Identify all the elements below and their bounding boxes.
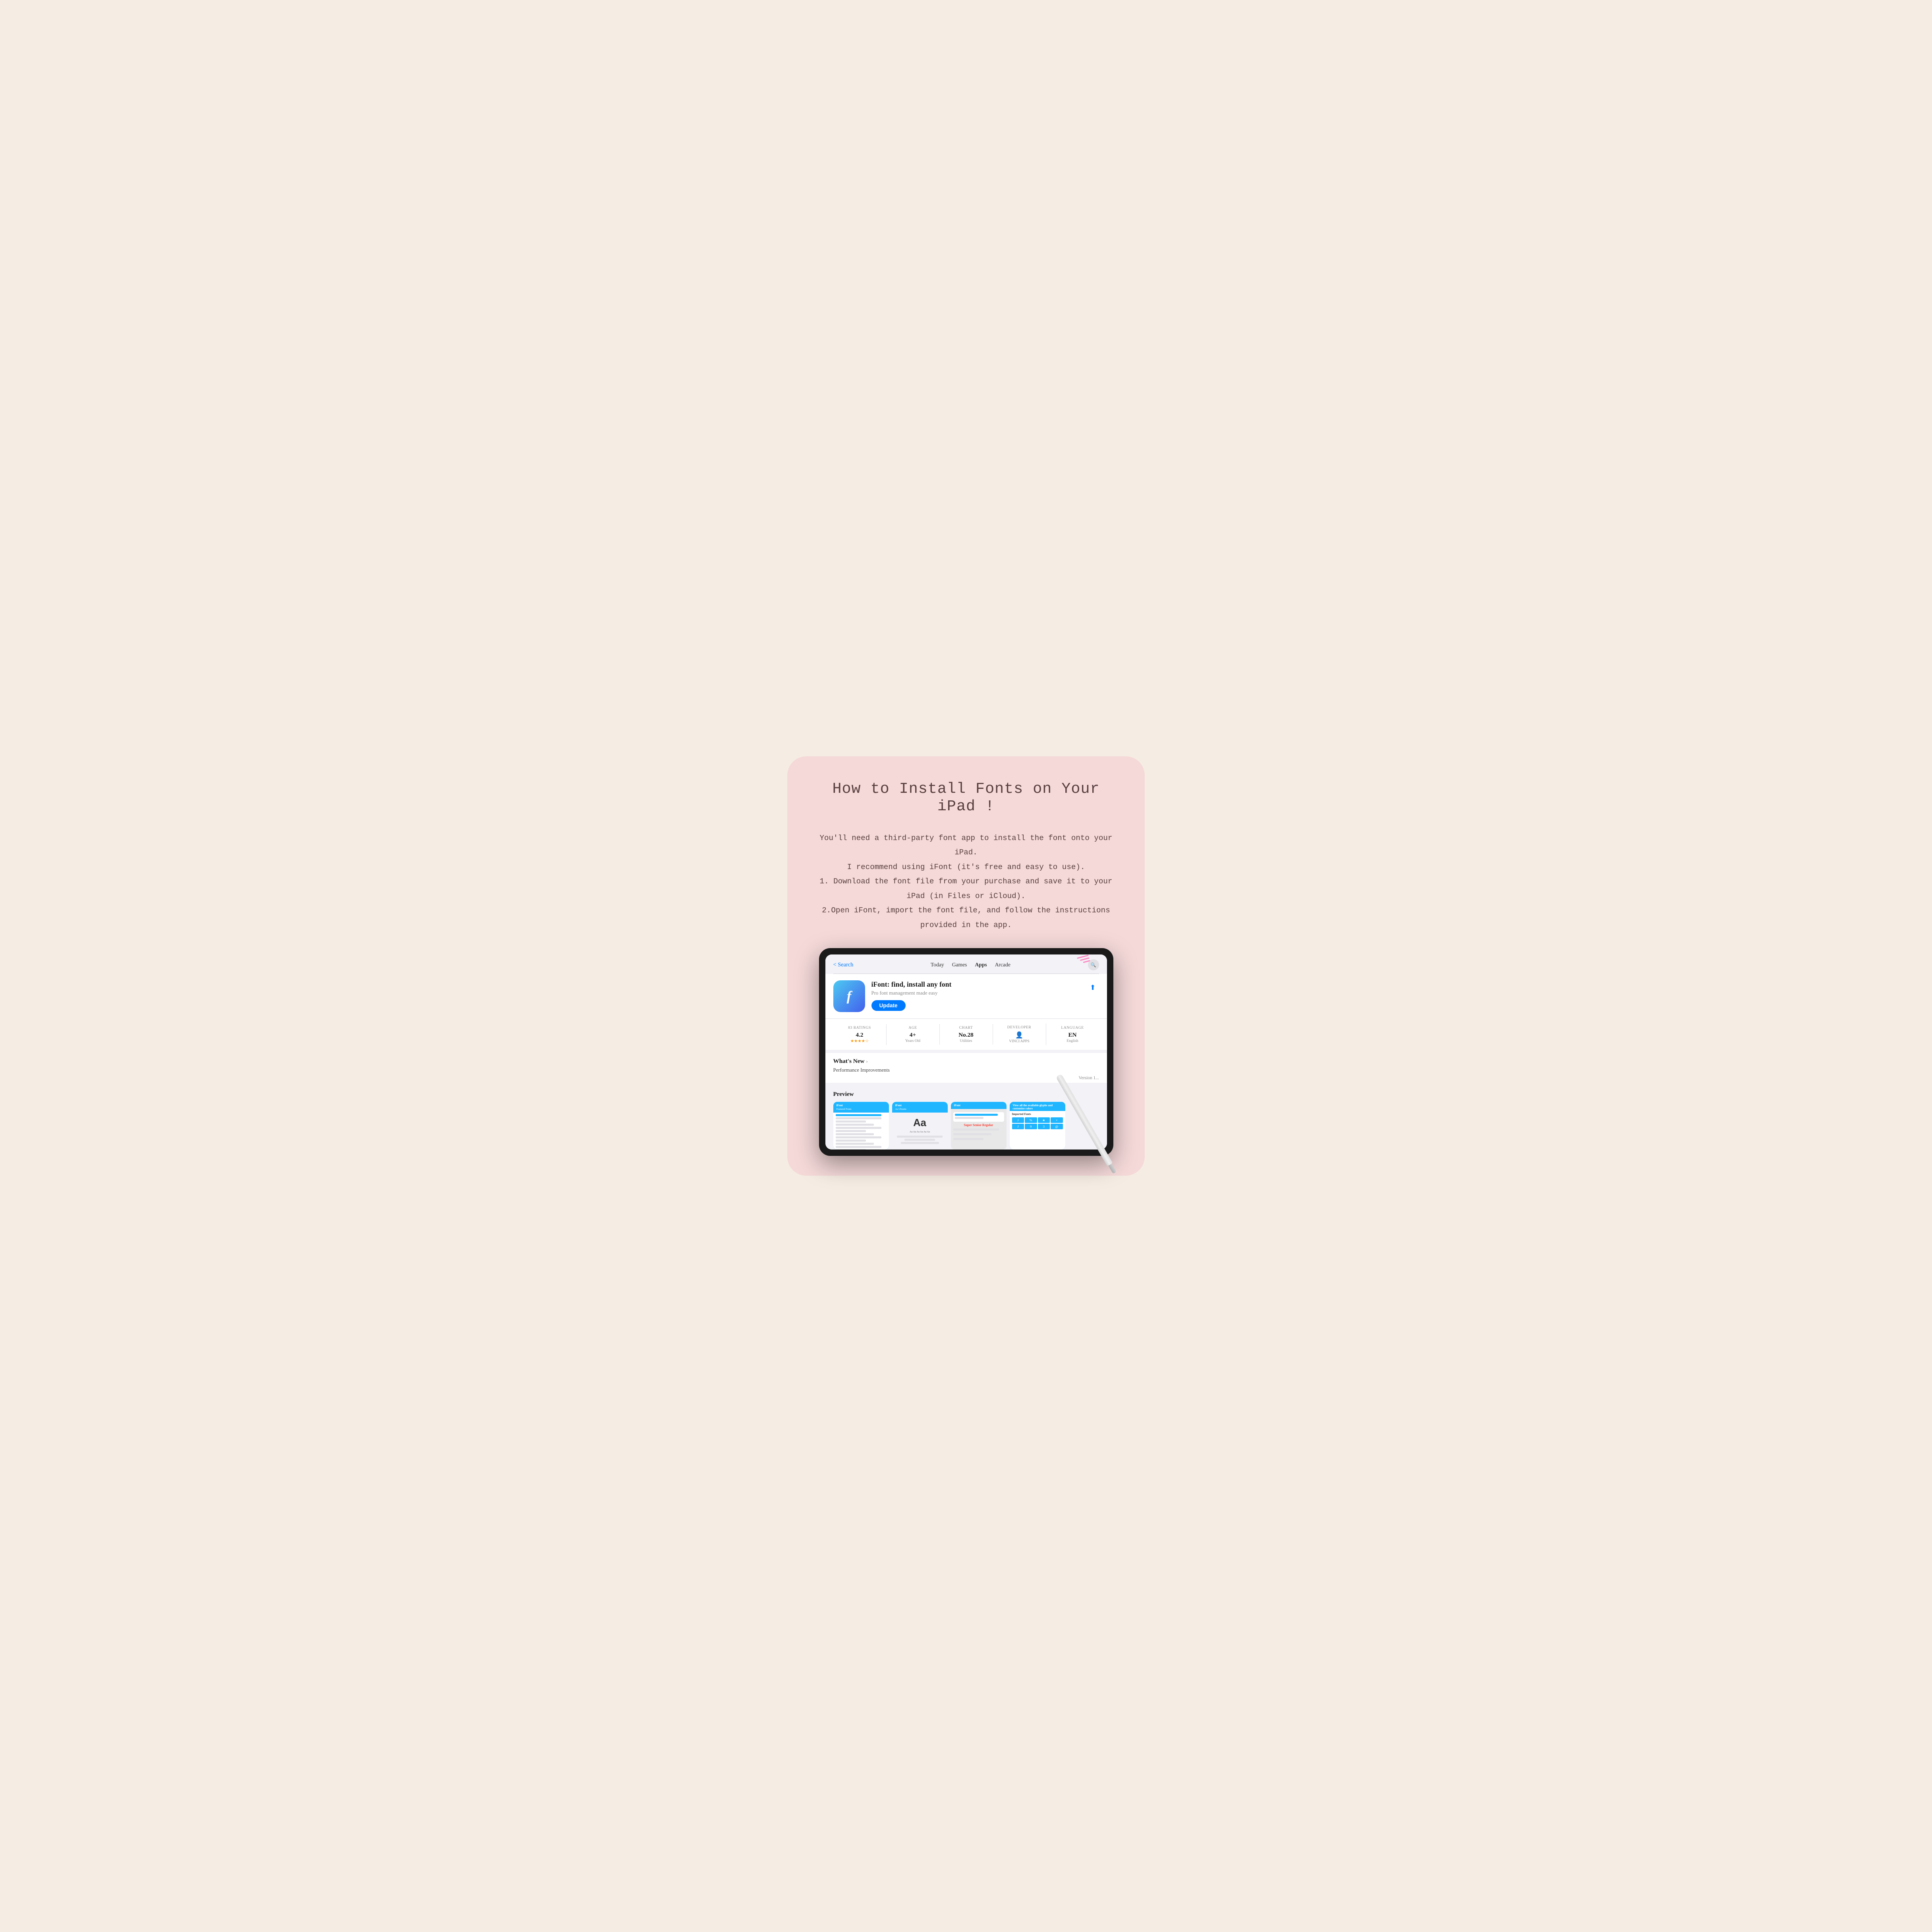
import-row-2 [955,1117,983,1119]
thumb-header-text-3: iFont [954,1104,1003,1107]
stat-chart: CHART No.28 Utilities [940,1024,993,1045]
language-sub: English [1046,1039,1099,1043]
preview-thumb-3: iFont Super Senior Regular [951,1102,1007,1150]
preview-images: iFont Featured Fonts [833,1102,1099,1150]
stat-ratings: 83 RATINGS 4.2 ★★★★☆ [833,1024,887,1045]
share-icon[interactable]: ⬆ [1087,980,1099,995]
row-12 [836,1149,866,1150]
back-button[interactable]: < Search [833,962,854,968]
thumb-body-4: Imported Fonts J % ★ × J 9 3 [1010,1111,1065,1150]
whats-new-content: Performance Improvements [833,1067,1099,1073]
preview-thumb-1: iFont Featured Fonts [833,1102,889,1150]
ipad-mockup: < Search Today Games Apps Arcade 🔍 [819,948,1113,1156]
stat-language: LANGUAGE EN English [1046,1024,1099,1045]
app-name: iFont: find, install any font [871,980,1080,989]
whats-new-header: What's New › [833,1058,1099,1065]
stats-section: 83 RATINGS 4.2 ★★★★☆ AGE 4+ Years Old CH… [825,1018,1107,1050]
row-7 [836,1133,874,1135]
ratings-value: 4.2 [833,1032,886,1039]
language-value: EN [1046,1032,1099,1039]
ratings-label: 83 RATINGS [833,1026,886,1030]
thumb-header-text-2: iFont [895,1104,945,1107]
thumb-header-text-1: iFont [837,1104,886,1107]
nav-tabs: Today Games Apps Arcade [860,962,1081,968]
thumb-body-2: Aa Aa Aa Aa Aa Aa Aa [892,1113,948,1150]
tab-arcade[interactable]: Arcade [995,962,1010,968]
developer-name: VINCI APPS [993,1039,1046,1043]
app-subtitle: Pro font management made easy [871,990,1080,996]
row-6 [836,1130,866,1132]
tab-apps[interactable]: Apps [975,962,987,968]
import-row-3 [953,1128,999,1130]
stat-age: AGE 4+ Years Old [887,1024,940,1045]
whats-new-arrow: › [866,1059,867,1065]
app-details: iFont: find, install any font Pro font m… [871,980,1080,1011]
thumb-header-4: View all the available glyphs and custom… [1010,1102,1065,1111]
update-button[interactable]: Update [871,1000,906,1011]
whats-new-title[interactable]: What's New [833,1058,865,1065]
pencil-tip [1108,1164,1117,1174]
developer-icon: 👤 [993,1031,1046,1039]
chart-value: No.28 [940,1032,993,1039]
row-5 [836,1127,881,1129]
body-text: You'll need a third-party font app to in… [811,831,1121,932]
preview-thumb-2: iFont Aa Ubuntu Aa Aa Aa Aa Aa Aa Aa [892,1102,948,1150]
preview-thumb-4: View all the available glyphs and custom… [1010,1102,1065,1150]
thumb-body-1 [833,1113,889,1150]
info-row-2 [904,1139,935,1141]
age-label: AGE [887,1026,939,1030]
import-row-4 [953,1133,991,1135]
step2-text: 2.Open iFont, import the font file, and … [811,903,1121,932]
app-icon: f [833,980,865,1012]
row-10 [836,1143,874,1145]
row-4 [836,1124,874,1126]
thumb-header-1: iFont Featured Fonts [833,1102,889,1113]
app-store-nav: < Search Today Games Apps Arcade 🔍 [825,954,1107,974]
age-value: 4+ [887,1032,939,1039]
chart-sub: Utilities [940,1039,993,1043]
info-row-3 [901,1142,939,1144]
info-row-1 [897,1136,943,1138]
row-1 [836,1114,881,1116]
row-8 [836,1136,881,1138]
import-row-5 [953,1138,984,1140]
chart-label: CHART [940,1026,993,1030]
row-2 [836,1117,881,1119]
intro-text: You'll need a third-party font app to in… [811,831,1121,860]
stat-developer: DEVELOPER 👤 VINCI APPS [993,1024,1046,1045]
thumb-body-3: Super Senior Regular [951,1109,1007,1150]
step1-text: 1. Download the font file from your purc… [811,874,1121,903]
language-label: LANGUAGE [1046,1026,1099,1030]
developer-label: DEVELOPER [993,1025,1046,1030]
page-title: How to Install Fonts on Your iPad ! [811,780,1121,815]
ipad-frame: < Search Today Games Apps Arcade 🔍 [819,948,1113,1156]
recommendation-text: I recommend using iFont (it's free and e… [811,860,1121,874]
tab-games[interactable]: Games [952,962,967,968]
ratings-stars: ★★★★☆ [833,1039,886,1043]
preview-section: Preview iFont Featured Fonts [825,1086,1107,1150]
app-icon-letter: f [847,988,852,1004]
app-store-ui: < Search Today Games Apps Arcade 🔍 [825,954,1107,1150]
row-9 [836,1140,866,1142]
main-card: How to Install Fonts on Your iPad ! You'… [787,756,1145,1176]
row-11 [836,1146,881,1148]
app-info-section: f iFont: find, install any font Pro font… [825,974,1107,1018]
thumb-header-3: iFont [951,1102,1007,1109]
thumb-header-text-4: View all the available glyphs and custom… [1013,1104,1062,1110]
import-row-1 [955,1114,998,1116]
age-sub: Years Old [887,1039,939,1043]
preview-title: Preview [833,1091,1099,1098]
thumb-header-2: iFont Aa Ubuntu [892,1102,948,1113]
tab-today[interactable]: Today [931,962,944,968]
row-3 [836,1121,866,1122]
ipad-screen: < Search Today Games Apps Arcade 🔍 [825,954,1107,1150]
